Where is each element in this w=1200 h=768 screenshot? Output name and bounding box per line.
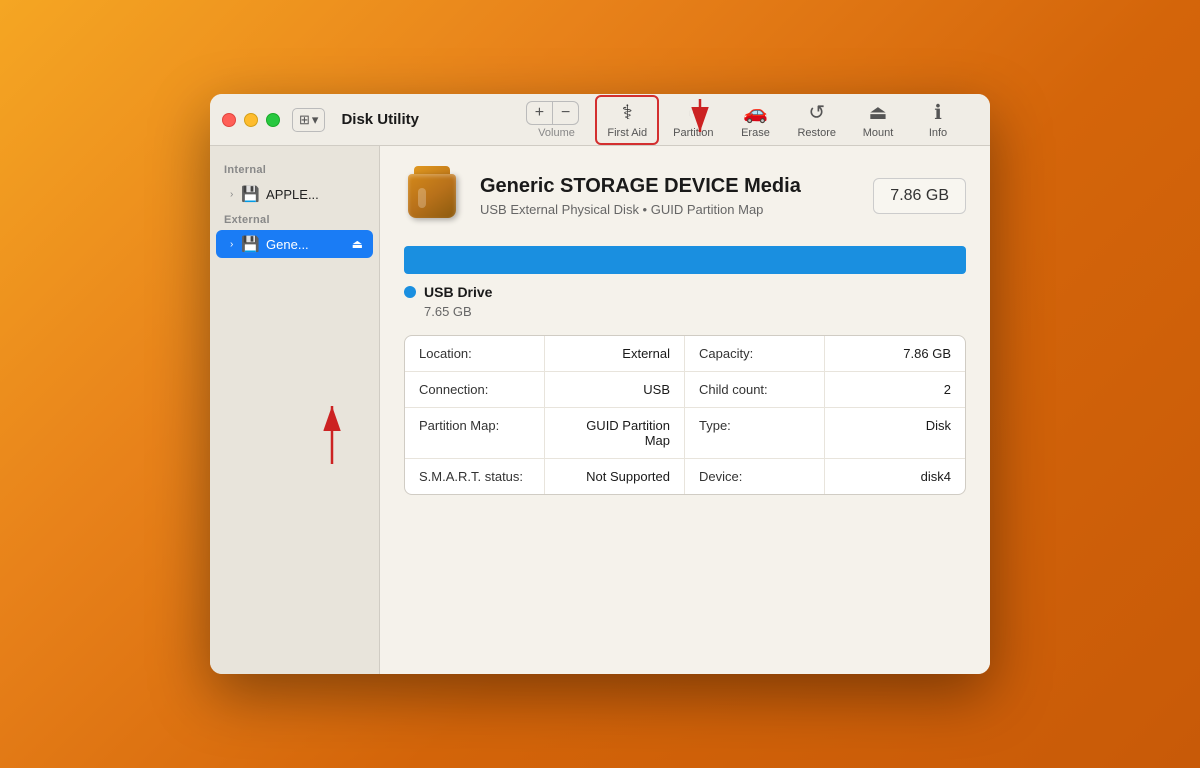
main-area: Internal › 💾 APPLE... External › 💾 Gene.… (210, 146, 990, 674)
erase-button[interactable]: 🚗 Erase (727, 97, 783, 143)
location-value: External (545, 336, 685, 371)
usb-drive-highlight (418, 188, 426, 208)
restore-label: Restore (797, 127, 836, 139)
partmap-label: Partition Map: (405, 408, 545, 458)
view-button[interactable]: ⊞ ▾ (292, 108, 325, 132)
info-table: Location: External Capacity: 7.86 GB Con… (404, 335, 966, 495)
mount-button[interactable]: ⏏ Mount (850, 97, 906, 143)
restore-button[interactable]: ↺ Restore (787, 97, 846, 143)
disk-icon-internal: 💾 (241, 185, 260, 203)
info-icon: ℹ (934, 101, 942, 125)
sidebar-item-apple-label: APPLE... (266, 187, 319, 202)
info-cell-partmap: Partition Map: GUID Partition Map (405, 408, 685, 458)
partition-label-row: USB Drive (404, 284, 966, 300)
type-value: Disk (825, 408, 965, 458)
partition-dot (404, 286, 416, 298)
partmap-value: GUID Partition Map (545, 408, 685, 458)
info-row-4: S.M.A.R.T. status: Not Supported Device:… (405, 459, 965, 494)
first-aid-icon: ⚕ (622, 101, 633, 125)
usb-drive-icon (404, 166, 460, 226)
info-row-3: Partition Map: GUID Partition Map Type: … (405, 408, 965, 459)
capacity-label: Capacity: (685, 336, 825, 371)
external-section-label: External (210, 208, 379, 230)
device-label: Device: (685, 459, 825, 494)
partition-bar (404, 246, 966, 274)
first-aid-label: First Aid (607, 127, 647, 139)
info-button[interactable]: ℹ Info (910, 97, 966, 143)
device-name: Generic STORAGE DEVICE Media (480, 175, 857, 198)
info-row-2: Connection: USB Child count: 2 (405, 372, 965, 408)
partition-section: USB Drive 7.65 GB (404, 246, 966, 319)
device-value: disk4 (825, 459, 965, 494)
childcount-value: 2 (825, 372, 965, 407)
eject-icon: ⏏ (352, 237, 363, 251)
partition-size: 7.65 GB (424, 304, 966, 319)
info-cell-type: Type: Disk (685, 408, 965, 458)
device-size-badge: 7.86 GB (873, 178, 966, 214)
titlebar-content: ⊞ ▾ Disk Utility + − Volume (280, 95, 978, 145)
sidebar-item-external[interactable]: › 💾 Gene... ⏏ (216, 230, 373, 258)
info-cell-smart: S.M.A.R.T. status: Not Supported (405, 459, 685, 494)
capacity-value: 7.86 GB (825, 336, 965, 371)
info-cell-device: Device: disk4 (685, 459, 965, 494)
device-info: Generic STORAGE DEVICE Media USB Externa… (480, 175, 857, 217)
info-label: Info (929, 127, 947, 139)
disk-icon-external: 💾 (241, 235, 260, 253)
device-subtitle: USB External Physical Disk • GUID Partit… (480, 202, 857, 217)
toolbar: + − Volume ⚕ First Aid ◔ Partition (526, 95, 966, 145)
chevron-icon: › (230, 189, 233, 200)
partition-label: Partition (673, 127, 713, 139)
remove-volume-button[interactable]: − (553, 102, 578, 124)
titlebar-left: ⊞ ▾ Disk Utility (292, 108, 419, 132)
titlebar: ⊞ ▾ Disk Utility + − Volume (210, 94, 990, 146)
sidebar-item-external-label: Gene... (266, 237, 309, 252)
sidebar-item-apple[interactable]: › 💾 APPLE... (216, 180, 373, 208)
partition-button[interactable]: ◔ Partition (663, 97, 723, 143)
view-icon: ⊞ (299, 112, 310, 128)
add-volume-button[interactable]: + (527, 102, 553, 124)
device-icon-container (404, 166, 464, 226)
usb-drive-body (408, 174, 456, 218)
volume-group: + − Volume (526, 101, 588, 139)
internal-section-label: Internal (210, 158, 379, 180)
info-cell-capacity: Capacity: 7.86 GB (685, 336, 965, 371)
erase-icon: 🚗 (743, 101, 768, 125)
info-cell-location: Location: External (405, 336, 685, 371)
partition-name: USB Drive (424, 284, 492, 300)
childcount-label: Child count: (685, 372, 825, 407)
close-button[interactable] (222, 113, 236, 127)
connection-value: USB (545, 372, 685, 407)
smart-label: S.M.A.R.T. status: (405, 459, 545, 494)
volume-buttons: + − (526, 101, 580, 125)
partition-icon: ◔ (687, 101, 699, 125)
volume-label: Volume (538, 127, 575, 139)
mount-icon: ⏏ (869, 101, 888, 125)
type-label: Type: (685, 408, 825, 458)
maximize-button[interactable] (266, 113, 280, 127)
detail-pane: Generic STORAGE DEVICE Media USB Externa… (380, 146, 990, 674)
info-cell-childcount: Child count: 2 (685, 372, 965, 407)
location-label: Location: (405, 336, 545, 371)
traffic-lights (222, 113, 280, 127)
disk-utility-window: ⊞ ▾ Disk Utility + − Volume (210, 94, 990, 674)
info-row-1: Location: External Capacity: 7.86 GB (405, 336, 965, 372)
info-cell-connection: Connection: USB (405, 372, 685, 407)
erase-label: Erase (741, 127, 770, 139)
device-header: Generic STORAGE DEVICE Media USB Externa… (404, 166, 966, 226)
view-chevron: ▾ (312, 112, 319, 128)
smart-value: Not Supported (545, 459, 685, 494)
sidebar: Internal › 💾 APPLE... External › 💾 Gene.… (210, 146, 380, 674)
app-title: Disk Utility (341, 111, 419, 128)
mount-label: Mount (863, 127, 894, 139)
connection-label: Connection: (405, 372, 545, 407)
chevron-icon-ext: › (230, 239, 233, 250)
minimize-button[interactable] (244, 113, 258, 127)
restore-icon: ↺ (808, 101, 825, 125)
first-aid-button[interactable]: ⚕ First Aid (595, 95, 659, 145)
